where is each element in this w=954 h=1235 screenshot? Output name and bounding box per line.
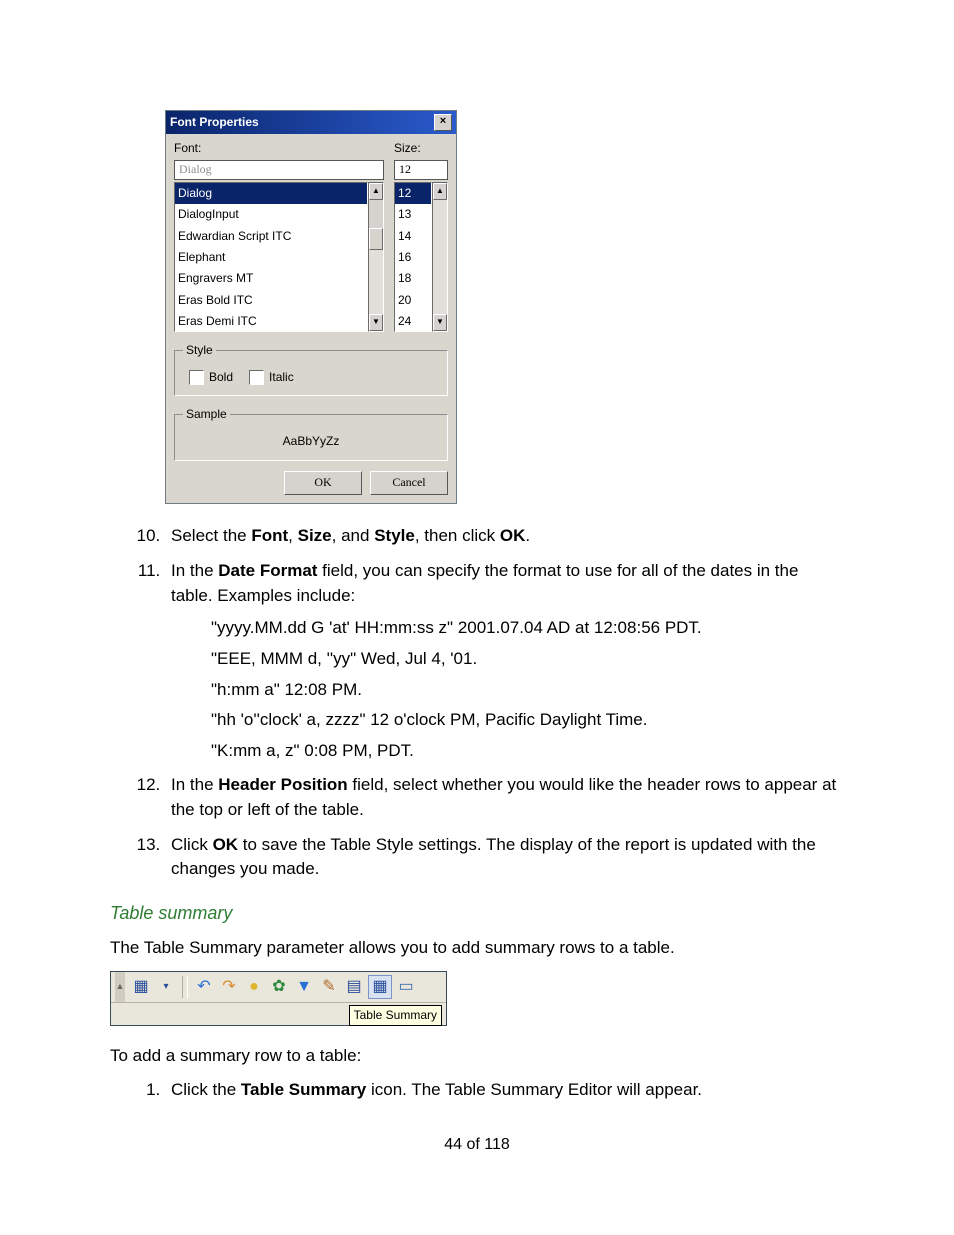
list-item[interactable]: Engravers MT: [175, 268, 367, 289]
close-button[interactable]: ×: [434, 114, 452, 131]
list-item[interactable]: 16: [395, 247, 431, 268]
list-item[interactable]: Eras Bold ITC: [175, 290, 367, 311]
scroll-up-icon[interactable]: ▲: [369, 183, 383, 200]
sub-instruction-list: Click the Table Summary icon. The Table …: [110, 1078, 844, 1103]
bold-label: Bold: [209, 369, 233, 386]
expand-handle-icon: ▲: [115, 972, 125, 1002]
bold-checkbox[interactable]: Bold: [189, 369, 233, 386]
table-summary-icon[interactable]: ▦: [368, 975, 392, 999]
font-input[interactable]: [174, 160, 384, 180]
scroll-down-icon[interactable]: ▼: [433, 314, 447, 331]
date-format-examples: "yyyy.MM.dd G 'at' HH:mm:ss z" 2001.07.0…: [211, 616, 844, 763]
separator-icon: [182, 976, 188, 998]
toolbar-screenshot: ▲ ▦ ▾ ↶ ↷ ● ✿ ▼ ✎ ▤ ▦ ▭ Table Summary: [110, 971, 447, 1026]
checkbox-icon: [249, 370, 264, 385]
ok-button[interactable]: OK: [284, 471, 362, 495]
size-label: Size:: [394, 140, 448, 157]
list-item[interactable]: 18: [395, 268, 431, 289]
redo-icon[interactable]: ↷: [218, 976, 240, 998]
style-legend: Style: [183, 342, 216, 359]
instruction-list: Select the Font, Size, and Style, then c…: [110, 524, 844, 882]
list-item[interactable]: Eras Demi ITC: [175, 311, 367, 332]
list-item[interactable]: Dialog: [175, 183, 367, 204]
list-item[interactable]: DialogInput: [175, 204, 367, 225]
database-icon[interactable]: ●: [243, 976, 265, 998]
checkbox-icon: [189, 370, 204, 385]
list-item[interactable]: 14: [395, 226, 431, 247]
undo-icon[interactable]: ↶: [193, 976, 215, 998]
example-line: "EEE, MMM d, ''yy" Wed, Jul 4, '01.: [211, 647, 844, 672]
section-heading: Table summary: [110, 900, 844, 926]
filter-icon[interactable]: ▼: [293, 976, 315, 998]
list-item[interactable]: 13: [395, 204, 431, 225]
example-line: "hh 'o''clock' a, zzzz" 12 o'clock PM, P…: [211, 708, 844, 733]
sample-text: AaBbYyZz: [183, 429, 439, 452]
list-item[interactable]: 12: [395, 183, 431, 204]
list-item[interactable]: 24: [395, 311, 431, 332]
step-10: Select the Font, Size, and Style, then c…: [165, 524, 844, 549]
font-label: Font:: [174, 140, 384, 157]
size-scrollbar[interactable]: ▲ ▼: [432, 182, 448, 332]
font-listbox[interactable]: Dialog DialogInput Edwardian Script ITC …: [174, 182, 368, 332]
size-listbox[interactable]: 12 13 14 16 18 20 24 28: [394, 182, 432, 332]
table-icon[interactable]: ▤: [343, 976, 365, 998]
example-line: "K:mm a, z" 0:08 PM, PDT.: [211, 739, 844, 764]
cancel-button[interactable]: Cancel: [370, 471, 448, 495]
dialog-titlebar: Font Properties ×: [166, 111, 456, 134]
tooltip: Table Summary: [349, 1005, 442, 1026]
sample-legend: Sample: [183, 406, 230, 423]
dropdown-icon[interactable]: ▾: [155, 976, 177, 998]
font-scrollbar[interactable]: ▲ ▼: [368, 182, 384, 332]
grid-icon[interactable]: ▦: [130, 976, 152, 998]
scroll-down-icon[interactable]: ▼: [369, 314, 383, 331]
sample-fieldset: Sample AaBbYyZz: [174, 406, 448, 462]
example-line: "h:mm a" 12:08 PM.: [211, 678, 844, 703]
list-item[interactable]: Elephant: [175, 247, 367, 268]
section-lead: To add a summary row to a table:: [110, 1044, 844, 1069]
example-line: "yyyy.MM.dd G 'at' HH:mm:ss z" 2001.07.0…: [211, 616, 844, 641]
list-item[interactable]: Edwardian Script ITC: [175, 226, 367, 247]
font-properties-dialog: Font Properties × Font: Dialog DialogInp…: [165, 110, 457, 504]
italic-checkbox[interactable]: Italic: [249, 369, 294, 386]
step-11: In the Date Format field, you can specif…: [165, 559, 844, 763]
document-icon[interactable]: ▭: [395, 976, 417, 998]
scroll-thumb[interactable]: [369, 228, 383, 250]
edit-icon[interactable]: ✎: [318, 976, 340, 998]
style-fieldset: Style Bold Italic: [174, 342, 448, 396]
step-12: In the Header Position field, select whe…: [165, 773, 844, 822]
size-input[interactable]: [394, 160, 448, 180]
page-number: 44 of 118: [110, 1133, 844, 1156]
scroll-up-icon[interactable]: ▲: [433, 183, 447, 200]
section-intro: The Table Summary parameter allows you t…: [110, 936, 844, 961]
dialog-title: Font Properties: [170, 114, 259, 131]
wizard-icon[interactable]: ✿: [268, 976, 290, 998]
list-item[interactable]: 20: [395, 290, 431, 311]
substep-1: Click the Table Summary icon. The Table …: [165, 1078, 844, 1103]
italic-label: Italic: [269, 369, 294, 386]
step-13: Click OK to save the Table Style setting…: [165, 833, 844, 882]
